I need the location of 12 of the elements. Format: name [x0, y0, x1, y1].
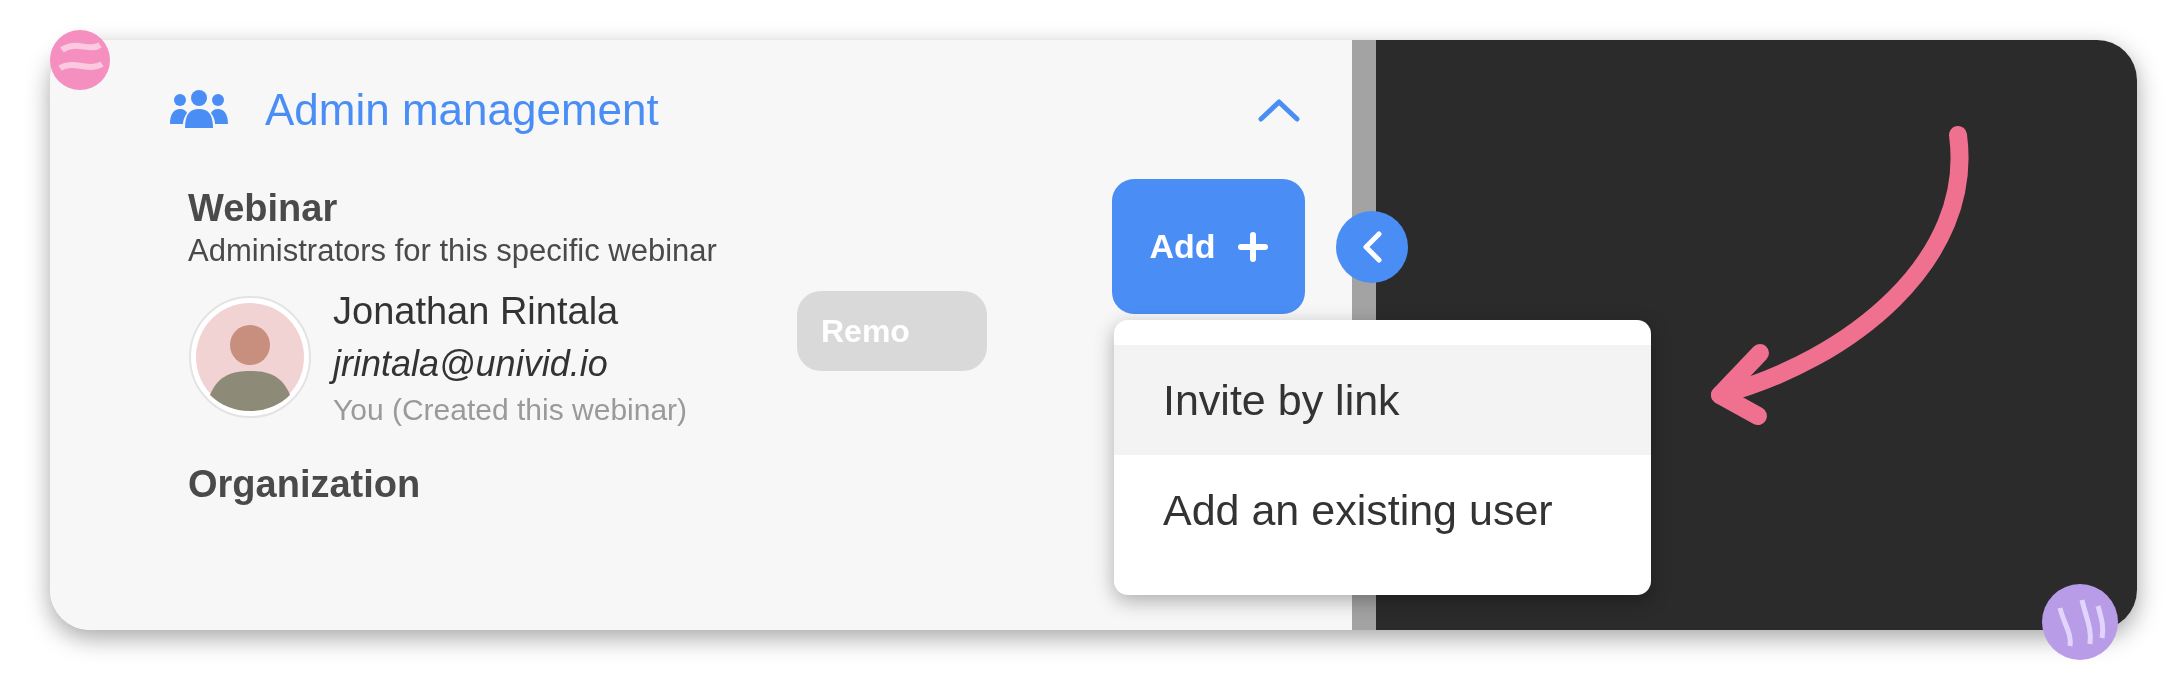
admin-name: Jonathan Rintala	[333, 289, 620, 334]
sticker-icon	[2042, 584, 2118, 660]
menu-item[interactable]: Add an existing user	[1114, 455, 1651, 565]
chevron-left-icon	[1361, 230, 1383, 264]
group-description: Administrators for this specific webinar	[188, 232, 718, 270]
section-title: Admin management	[265, 88, 659, 132]
group-title: Organization	[188, 462, 422, 507]
menu-item[interactable]: Invite by link	[1114, 345, 1651, 455]
plus-icon	[1237, 231, 1268, 262]
sticker-icon	[50, 30, 110, 90]
admin-note: You (Created this webinar)	[333, 392, 688, 428]
group-title: Webinar	[188, 186, 339, 231]
